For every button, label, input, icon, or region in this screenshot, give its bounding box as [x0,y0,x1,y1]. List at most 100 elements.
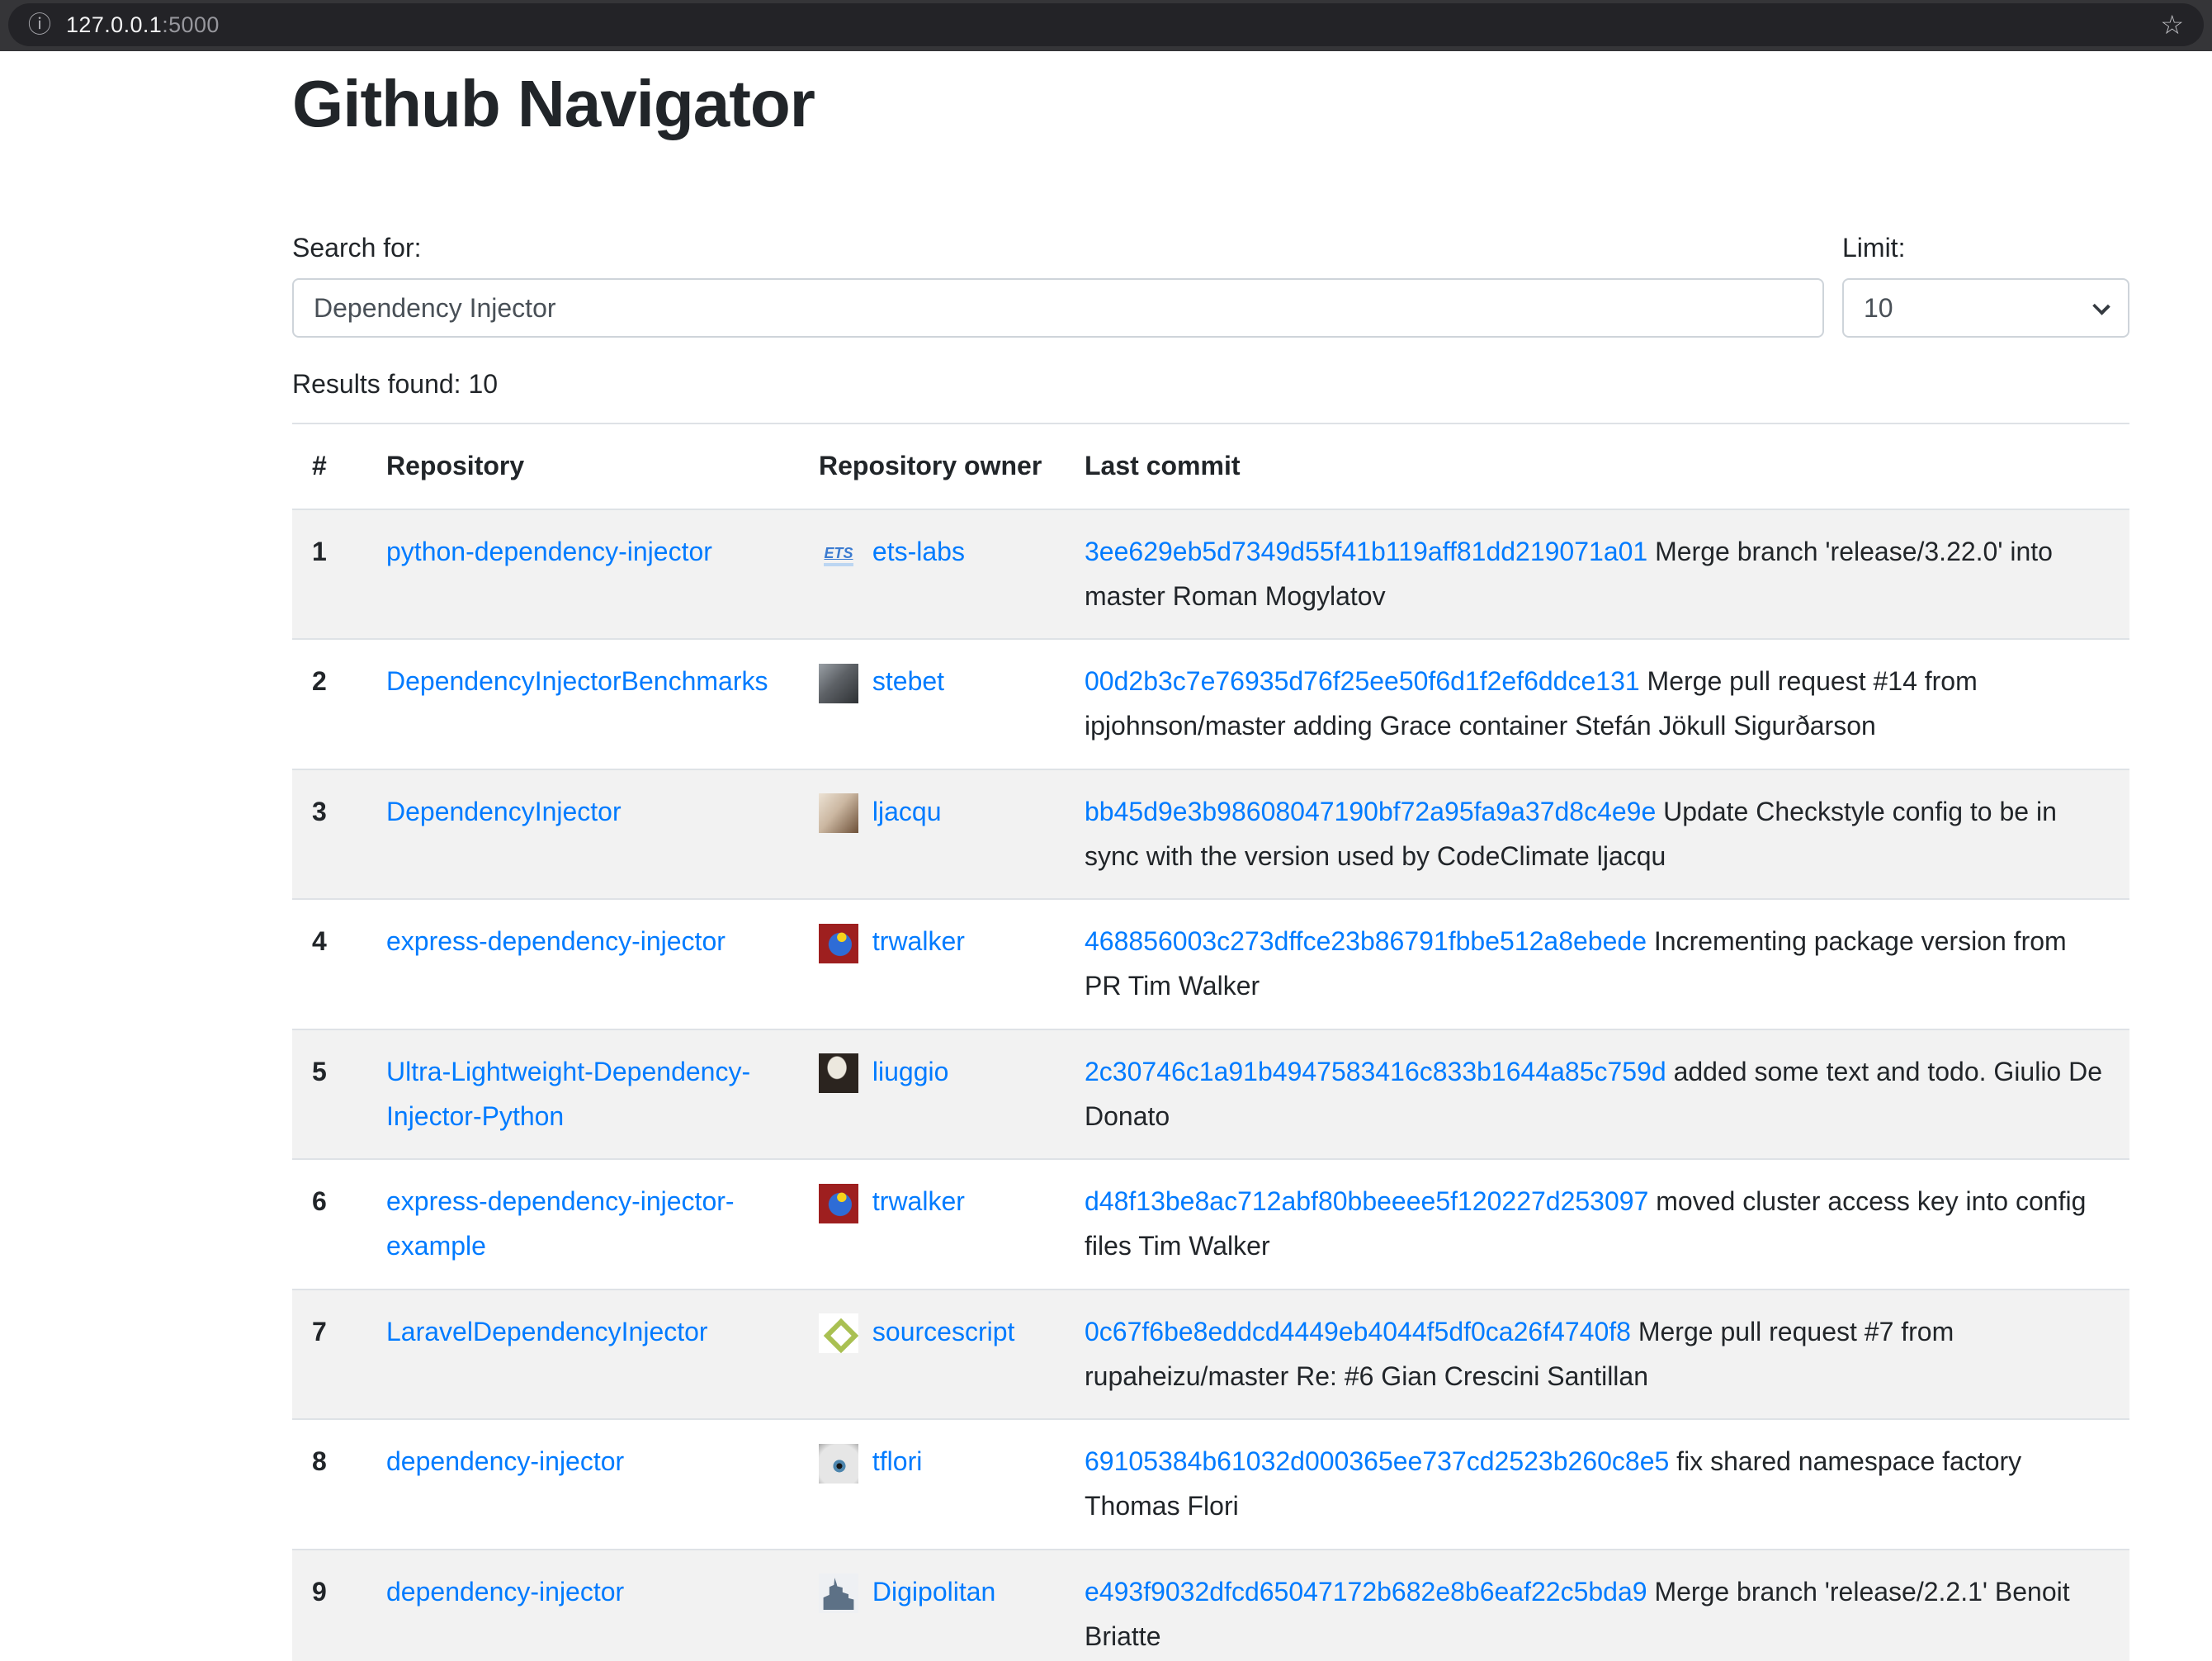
info-circle-icon[interactable]: ⓘ [28,13,51,36]
search-label: Search for: [292,233,1824,263]
repo-cell: dependency-injector [366,1419,799,1550]
repo-cell: LaravelDependencyInjector [366,1290,799,1420]
row-number: 3 [292,769,366,900]
commit-hash-link[interactable]: e493f9032dfcd65047172b682e8b6eaf22c5bda9 [1085,1577,1647,1607]
commit-hash-link[interactable]: bb45d9e3b98608047190bf72a95fa9a37d8c4e9e [1085,797,1656,826]
commit-hash-link[interactable]: 2c30746c1a91b4947583416c833b1644a85c759d [1085,1057,1666,1086]
browser-toolbar: ⓘ 127.0.0.1:5000 ☆ [0,0,2212,51]
search-input[interactable] [292,278,1824,338]
star-outline-icon[interactable]: ☆ [2160,12,2184,38]
owner-link[interactable]: trwalker [872,926,965,956]
row-number: 4 [292,899,366,1029]
owner-avatar: ETS [819,533,858,573]
table-row: 9 dependency-injector Digipolitan e493f9… [292,1550,2129,1661]
column-header-owner: Repository owner [799,424,1065,509]
owner-cell: liuggio [799,1029,1065,1160]
owner-avatar [819,1444,858,1484]
owner-cell: Digipolitan [799,1550,1065,1661]
row-number: 6 [292,1159,366,1290]
owner-link[interactable]: trwalker [872,1186,965,1216]
repo-cell: dependency-injector [366,1550,799,1661]
commit-hash-link[interactable]: 0c67f6be8eddcd4449eb4044f5df0ca26f4740f8 [1085,1317,1631,1346]
commit-hash-link[interactable]: d48f13be8ac712abf80bbeeee5f120227d253097 [1085,1186,1648,1216]
table-row: 8 dependency-injector tflori 69105384b61… [292,1419,2129,1550]
limit-select[interactable]: 10 [1842,278,2129,338]
row-number: 8 [292,1419,366,1550]
results-table: # Repository Repository owner Last commi… [292,423,2129,1661]
owner-cell: stebet [799,639,1065,769]
search-form: Search for: Limit: 10 [292,233,2129,338]
repo-link[interactable]: express-dependency-injector-example [386,1186,735,1261]
repo-link[interactable]: Ultra-Lightweight-Dependency-Injector-Py… [386,1057,750,1131]
owner-avatar [819,1573,858,1613]
owner-link[interactable]: Digipolitan [872,1577,995,1607]
commit-cell: e493f9032dfcd65047172b682e8b6eaf22c5bda9… [1065,1550,2129,1661]
results-table-head: # Repository Repository owner Last commi… [292,424,2129,509]
limit-select-wrap: 10 [1842,278,2129,338]
repo-cell: express-dependency-injector [366,899,799,1029]
url-host: 127.0.0.1 [66,12,162,38]
commit-cell: d48f13be8ac712abf80bbeeee5f120227d253097… [1065,1159,2129,1290]
table-row: 7 LaravelDependencyInjector sourcescript… [292,1290,2129,1420]
repo-cell: DependencyInjectorBenchmarks [366,639,799,769]
commit-hash-link[interactable]: 468856003c273dffce23b86791fbbe512a8ebede [1085,926,1647,956]
commit-hash-link[interactable]: 00d2b3c7e76935d76f25ee50f6d1f2ef6ddce131 [1085,666,1640,696]
repo-link[interactable]: LaravelDependencyInjector [386,1317,708,1346]
repo-link[interactable]: dependency-injector [386,1446,624,1476]
url-port: :5000 [162,12,220,38]
owner-cell: tflori [799,1419,1065,1550]
row-number: 1 [292,509,366,640]
row-number: 7 [292,1290,366,1420]
owner-cell: trwalker [799,1159,1065,1290]
page-title: Github Navigator [292,64,2129,144]
owner-avatar [819,793,858,833]
commit-cell: 2c30746c1a91b4947583416c833b1644a85c759d… [1065,1029,2129,1160]
repo-link[interactable]: dependency-injector [386,1577,624,1607]
owner-link[interactable]: liuggio [872,1057,949,1086]
browser-window: ⓘ 127.0.0.1:5000 ☆ Github Navigator Sear… [0,0,2212,1661]
owner-link[interactable]: tflori [872,1446,922,1476]
repo-link[interactable]: DependencyInjectorBenchmarks [386,666,768,696]
owner-cell: sourcescript [799,1290,1065,1420]
results-table-body: 1 python-dependency-injector ETS ets-lab… [292,509,2129,1661]
commit-cell: 69105384b61032d000365ee737cd2523b260c8e5… [1065,1419,2129,1550]
commit-cell: 468856003c273dffce23b86791fbbe512a8ebede… [1065,899,2129,1029]
page-content: Github Navigator Search for: Limit: 10 R… [292,64,2129,1661]
row-number: 9 [292,1550,366,1661]
owner-link[interactable]: ets-labs [872,537,965,566]
commit-hash-link[interactable]: 69105384b61032d000365ee737cd2523b260c8e5 [1085,1446,1669,1476]
search-field-group: Search for: [292,233,1824,338]
repo-link[interactable]: express-dependency-injector [386,926,726,956]
owner-link[interactable]: sourcescript [872,1317,1015,1346]
owner-avatar [819,1184,858,1223]
owner-link[interactable]: ljacqu [872,797,942,826]
commit-cell: bb45d9e3b98608047190bf72a95fa9a37d8c4e9e… [1065,769,2129,900]
repo-cell: python-dependency-injector [366,509,799,640]
owner-cell: trwalker [799,899,1065,1029]
row-number: 2 [292,639,366,769]
repo-cell: Ultra-Lightweight-Dependency-Injector-Py… [366,1029,799,1160]
column-header-commit: Last commit [1065,424,2129,509]
commit-cell: 3ee629eb5d7349d55f41b119aff81dd219071a01… [1065,509,2129,640]
owner-avatar [819,1053,858,1093]
repo-link[interactable]: python-dependency-injector [386,537,712,566]
commit-hash-link[interactable]: 3ee629eb5d7349d55f41b119aff81dd219071a01 [1085,537,1647,566]
owner-link[interactable]: stebet [872,666,944,696]
owner-avatar [819,1313,858,1353]
repo-link[interactable]: DependencyInjector [386,797,622,826]
address-bar[interactable]: ⓘ 127.0.0.1:5000 ☆ [8,3,2204,46]
column-header-repository: Repository [366,424,799,509]
repo-cell: express-dependency-injector-example [366,1159,799,1290]
limit-label: Limit: [1842,233,2129,263]
table-row: 6 express-dependency-injector-example tr… [292,1159,2129,1290]
column-header-num: # [292,424,366,509]
commit-cell: 00d2b3c7e76935d76f25ee50f6d1f2ef6ddce131… [1065,639,2129,769]
commit-cell: 0c67f6be8eddcd4449eb4044f5df0ca26f4740f8… [1065,1290,2129,1420]
table-row: 5 Ultra-Lightweight-Dependency-Injector-… [292,1029,2129,1160]
row-number: 5 [292,1029,366,1160]
table-row: 2 DependencyInjectorBenchmarks stebet 00… [292,639,2129,769]
owner-cell: ljacqu [799,769,1065,900]
limit-field-group: Limit: 10 [1842,233,2129,338]
owner-avatar [819,924,858,963]
repo-cell: DependencyInjector [366,769,799,900]
